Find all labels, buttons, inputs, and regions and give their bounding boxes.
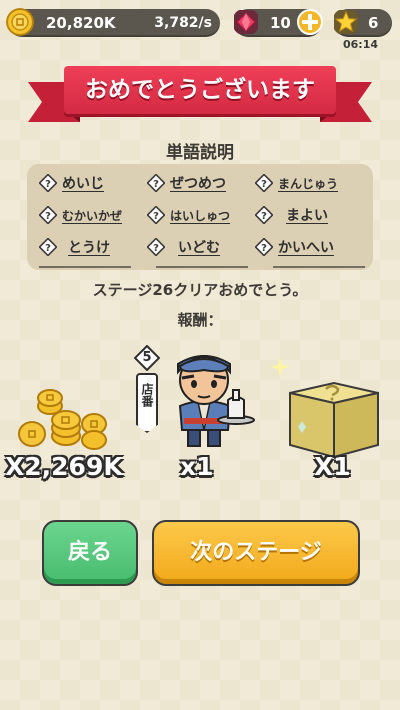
question-icon: ?: [147, 206, 165, 224]
clear-message: ステージ26クリアおめでとう。: [92, 281, 308, 299]
box-reward-count: X1: [314, 452, 351, 481]
next-stage-button[interactable]: 次のステージ: [152, 520, 360, 586]
mystery-box-icon: [289, 381, 379, 459]
vocab-word[interactable]: ? はいしゅつ: [147, 203, 255, 227]
vocab-heading: 単語説明: [166, 143, 234, 163]
vocab-word-label: まよい: [286, 208, 328, 224]
svg-text:?: ?: [261, 243, 267, 254]
staff-character: [177, 355, 255, 447]
question-icon: ?: [147, 174, 165, 192]
staff-level-tag: 5 店番: [134, 345, 160, 443]
question-icon: ?: [147, 238, 165, 256]
vocab-grid: ? めいじ ? ぜつめつ ? まんじゅう ? むかいかぜ ? はいしゅつ ? ま…: [39, 171, 365, 259]
coin-amount: 20,820K: [46, 14, 116, 32]
vocab-scroll-hint: [39, 266, 365, 270]
vocab-word-label: とうけ: [68, 240, 110, 256]
vocab-word[interactable]: ? かいへい: [255, 235, 363, 259]
svg-text:?: ?: [45, 211, 51, 222]
svg-text:?: ?: [153, 211, 159, 222]
vocab-word[interactable]: ? とうけ: [39, 235, 147, 259]
svg-text:?: ?: [153, 243, 159, 254]
coin-counter: 20,820K 3,782/s: [6, 8, 220, 37]
question-icon: ?: [255, 206, 273, 224]
coin-reward-count: X2,269K: [5, 452, 123, 481]
coin-icon: [6, 8, 34, 36]
gem-amount: 10: [270, 14, 291, 32]
svg-text:?: ?: [45, 179, 51, 190]
back-button[interactable]: 戻る: [42, 520, 138, 586]
question-icon: ?: [39, 206, 57, 224]
question-icon: ?: [255, 238, 273, 256]
congrats-banner: おめでとうございます: [28, 62, 372, 132]
star-icon: [334, 10, 358, 34]
svg-text:?: ?: [261, 211, 267, 222]
svg-text:?: ?: [261, 179, 267, 190]
star-counter: 6: [334, 9, 392, 37]
staff-level: 5: [142, 350, 152, 365]
question-icon: ?: [255, 174, 273, 192]
vocab-word[interactable]: ? まんじゅう: [255, 171, 363, 195]
staff-reward-count: x1: [180, 452, 214, 481]
question-icon: ?: [39, 174, 57, 192]
vocab-word-label: いどむ: [178, 240, 220, 256]
vocab-word[interactable]: ? いどむ: [147, 235, 255, 259]
gem-counter: 10: [234, 8, 324, 37]
vocab-word[interactable]: ? ぜつめつ: [147, 171, 255, 195]
sparkle-icon: [270, 357, 290, 377]
add-icon[interactable]: [296, 8, 324, 36]
vocab-word-label: はいしゅつ: [170, 208, 231, 223]
vocab-word-label: むかいかぜ: [62, 208, 123, 223]
vocab-word[interactable]: ? めいじ: [39, 171, 147, 195]
vocab-word[interactable]: ? まよい: [255, 203, 363, 227]
star-amount: 6: [368, 14, 379, 32]
coin-rate: 3,782/s: [154, 15, 212, 31]
rewards-heading: 報酬：: [177, 311, 223, 329]
vocab-word-label: まんじゅう: [278, 176, 339, 191]
vocab-word[interactable]: ? むかいかぜ: [39, 203, 147, 227]
coin-stack-icon: [18, 389, 107, 450]
vocab-panel[interactable]: ? めいじ ? ぜつめつ ? まんじゅう ? むかいかぜ ? はいしゅつ ? ま…: [27, 164, 373, 270]
banner-title: おめでとうございます: [64, 66, 336, 114]
gem-icon: [234, 10, 258, 34]
svg-text:?: ?: [45, 243, 51, 254]
vocab-word-label: ぜつめつ: [170, 176, 226, 192]
svg-text:?: ?: [153, 179, 159, 190]
vocab-word-label: めいじ: [62, 176, 104, 192]
question-icon: ?: [39, 238, 57, 256]
vocab-word-label: かいへい: [278, 240, 334, 256]
staff-role: 店番: [140, 383, 154, 407]
clock-time: 06:14: [342, 38, 378, 51]
